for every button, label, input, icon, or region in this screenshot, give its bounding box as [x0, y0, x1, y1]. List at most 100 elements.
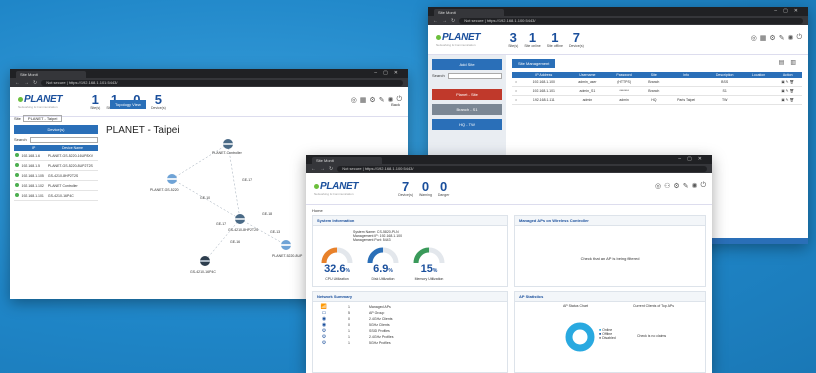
tab-topology-view[interactable]: Topology View — [110, 100, 146, 109]
window-controls[interactable]: –▢✕ — [374, 70, 404, 76]
address-field[interactable]: Not secure | https://192.168.1.100:5443/ — [337, 165, 707, 172]
wrench-icon[interactable]: ✎ — [779, 34, 785, 42]
planet-logo: PLANET Networking & Communication — [436, 32, 481, 47]
topology-node[interactable] — [167, 174, 177, 184]
topology-node[interactable] — [223, 139, 233, 149]
port-label: GE-10 — [200, 196, 210, 200]
cpu-gauge: 32.6% CPU Utilization — [319, 246, 355, 281]
table-row[interactable]: 192.168.1.102 PLANET Controller — [14, 180, 98, 191]
row-actions[interactable]: ▣ ✎ 🗑 — [773, 95, 802, 105]
header-tools: ◎ ▦ ⚙ ✎ ✺ ⏻ — [751, 34, 802, 42]
site-title: PLANET - Taipei — [106, 125, 180, 136]
back-icon[interactable]: ← — [433, 18, 438, 24]
site-select[interactable]: PLANET - Taipei — [22, 115, 63, 122]
topology-node[interactable] — [281, 240, 291, 250]
gear-icon[interactable]: ⚙ — [769, 34, 775, 42]
breadcrumb[interactable]: Home — [312, 208, 323, 213]
table-row[interactable]: 192.168.1.5 PLANET-GS-5220-8UP2T2S — [14, 160, 98, 171]
user-icon[interactable]: ⚇ — [664, 182, 670, 190]
topology-node[interactable] — [235, 214, 245, 224]
address-field[interactable]: Not secure | https://192.168.1.100:5443/ — [459, 17, 803, 24]
status-dot — [15, 183, 19, 187]
row-radio[interactable]: ○ — [512, 78, 521, 87]
refresh-icon[interactable]: ◎ — [655, 182, 661, 190]
managed-aps-panel: Managed APs on Wireless Controller Check… — [514, 215, 706, 287]
back-button[interactable]: Back — [391, 102, 400, 107]
row-radio[interactable]: ○ — [512, 86, 521, 96]
stat-offline: 1 Site offline — [546, 30, 563, 48]
browser-tabbar: Site Monit –▢✕ — [428, 7, 808, 16]
no-data-text: Check is no claims — [637, 334, 667, 338]
port-label: GE-18 — [262, 212, 272, 216]
gear-icon[interactable]: ⚙ — [369, 96, 375, 104]
reload-icon[interactable]: ↻ — [451, 18, 455, 24]
wrench-icon[interactable]: ✎ — [683, 182, 689, 190]
export-icon[interactable]: ▥ — [790, 60, 802, 66]
settings-icon[interactable]: ✺ — [788, 34, 794, 42]
grid-icon[interactable]: ▦ — [760, 34, 767, 42]
browser-tab[interactable]: Site Monit — [16, 71, 86, 78]
table-row[interactable]: ○ 192.168.1.101 admin_S1 ******* Branch S1 … — [512, 86, 802, 96]
search-input[interactable] — [29, 137, 98, 143]
window-controls[interactable]: –▢✕ — [678, 156, 708, 162]
table-row[interactable]: 192.168.1.101 GS-4210-16P4C — [14, 190, 98, 201]
list-item: ⚙ 1 5GHz Profiles — [319, 340, 394, 346]
node-label: GS-4210-8HP2T2S — [228, 228, 259, 232]
site-selector: Site PLANET - Taipei — [14, 115, 98, 122]
refresh-icon[interactable]: ◎ — [751, 34, 757, 42]
dashboard-window: Site Monit –▢✕ ← → ↻ Not secure | https:… — [306, 155, 712, 373]
gear-icon[interactable]: ⚙ — [673, 182, 679, 190]
port-label: GE-16 — [230, 240, 240, 244]
grid-icon[interactable]: ▦ — [360, 96, 367, 104]
reload-icon[interactable]: ↻ — [329, 166, 333, 172]
stat-sites: 1 Site(s) — [90, 92, 101, 110]
system-info-panel: System Information System Name: CS-5820-… — [312, 215, 508, 287]
list-icon[interactable]: ▤ — [779, 60, 791, 66]
back-icon[interactable]: ← — [311, 166, 316, 172]
topology-node[interactable] — [200, 256, 210, 266]
refresh-icon[interactable]: ◎ — [351, 96, 357, 104]
stat-devices: 5 Device(s) — [150, 92, 166, 110]
table-row[interactable]: 192.168.1.6 PLANET-GS-5220-16UP8XV — [14, 151, 98, 161]
port-label: GE-17 — [216, 222, 226, 226]
row-actions[interactable]: ▣ ✎ 🗑 — [773, 86, 802, 96]
memory-gauge: 15% Memory Utilization — [411, 246, 447, 281]
table-row[interactable]: ○ 192.168.1.100 admin_user (HTTPS) Branch B… — [512, 78, 802, 87]
sidebar-item-site[interactable]: Planet - Site — [432, 89, 502, 100]
sidebar-item-site[interactable]: Branch - S1 — [432, 104, 502, 115]
row-radio[interactable]: ○ — [512, 95, 521, 105]
address-field[interactable]: Not secure | https://192.168.1.101:5443/ — [41, 79, 403, 86]
node-label: PLANET-GS-5220 — [150, 188, 179, 192]
power-icon[interactable]: ⏻ — [700, 182, 706, 190]
power-icon[interactable]: ⏻ — [796, 34, 802, 42]
browser-tab[interactable]: Site Monit — [434, 9, 504, 16]
wrench-icon[interactable]: ✎ — [379, 96, 385, 104]
table-row[interactable]: 192.168.1.105 GS-4210-8HP2T2S — [14, 170, 98, 181]
stats-bar: 7 Device(s) 0 Warning 0 Danger — [398, 180, 449, 197]
stat-danger: 0 Danger — [437, 179, 450, 197]
add-site-button[interactable]: Add Site — [432, 59, 502, 70]
row-actions[interactable]: ▣ ✎ 🗑 — [773, 78, 802, 87]
site-search: Search — [432, 73, 502, 79]
window-controls[interactable]: –▢✕ — [774, 8, 804, 14]
back-icon[interactable]: ← — [15, 80, 20, 86]
gauge-fill — [413, 247, 430, 264]
forward-icon[interactable]: → — [320, 166, 325, 172]
browser-tab[interactable]: Site Monit — [312, 157, 382, 164]
devices-button[interactable]: Device(s) — [14, 125, 98, 134]
status-dot — [15, 193, 19, 197]
tab-site-management[interactable]: Site Management — [512, 59, 556, 68]
search-input[interactable] — [447, 73, 502, 79]
forward-icon[interactable]: → — [24, 80, 29, 86]
reload-icon[interactable]: ↻ — [33, 80, 37, 86]
sidebar-item-site[interactable]: HQ - TW — [432, 119, 502, 130]
settings-icon[interactable]: ✺ — [692, 182, 698, 190]
stat-sites: 3 Site(s) — [508, 30, 519, 48]
gear-icon: ⚙ — [321, 340, 327, 346]
table-row[interactable]: ○ 192.168.1.111 admin admin HQ Paris Taipei… — [512, 95, 802, 105]
url-bar: ← → ↻ Not secure | https://192.168.1.100… — [428, 16, 808, 25]
forward-icon[interactable]: → — [442, 18, 447, 24]
planet-logo: PLANET Networking & Communication — [314, 181, 359, 196]
app-header: PLANET Networking & Communication 1 Site(… — [10, 87, 408, 117]
donut-legend: ■ Online ■ Offline ■ Disabled — [599, 328, 616, 340]
